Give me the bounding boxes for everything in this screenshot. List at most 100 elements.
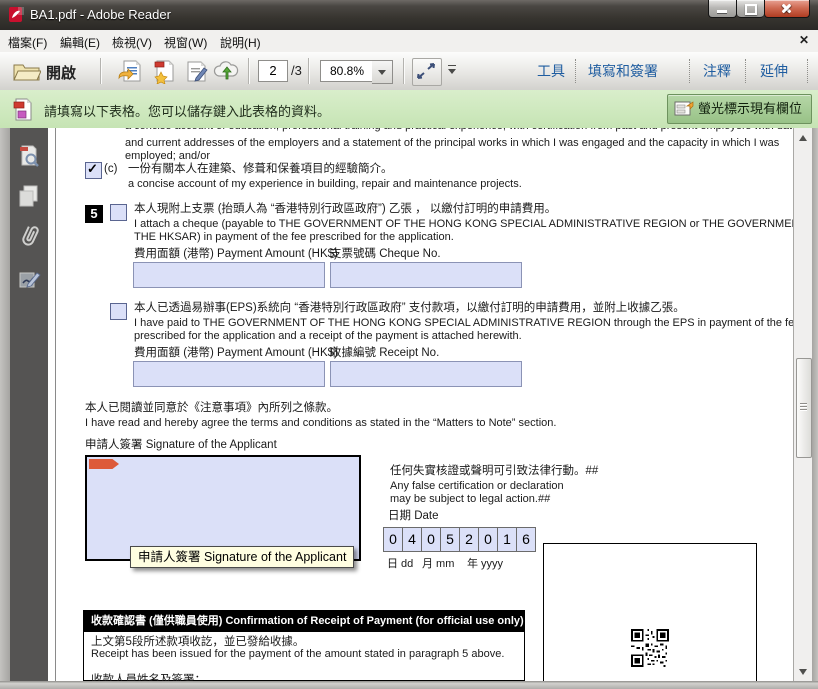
eps-en2: prescribed for the application and a rec… (134, 330, 522, 343)
item-c-label: (c) (104, 163, 117, 176)
comment-panel-button[interactable]: 注釋 (703, 61, 731, 81)
page-number-input[interactable]: 2 (258, 60, 288, 82)
date-digit[interactable]: 0 (422, 528, 441, 551)
open-folder-icon[interactable] (13, 60, 40, 86)
vertical-scrollbar[interactable] (793, 128, 813, 681)
doc-send-arrow-icon[interactable] (116, 58, 143, 84)
fit-page-button[interactable] (412, 58, 442, 86)
highlight-fields-icon (674, 100, 694, 128)
maximize-icon (745, 4, 757, 15)
arrow-down-icon (799, 669, 807, 675)
menu-file[interactable]: 檔案(F) (8, 34, 47, 51)
date-yyyy-label: 年 yyyy (467, 555, 503, 571)
menubar-close-icon[interactable]: ✕ (799, 33, 809, 47)
cheque-en1: I attach a cheque (payable to THE GOVERN… (134, 218, 793, 231)
eps-en1: I have paid to THE GOVERNMENT OF THE HON… (134, 317, 793, 330)
fill-sign-panel-button[interactable]: 填寫和簽署 (588, 61, 658, 81)
cheque-no-label: 支票號碼 Cheque No. (330, 248, 441, 261)
date-digit[interactable]: 0 (479, 528, 498, 551)
menu-view[interactable]: 檢視(V) (112, 34, 152, 51)
attachments-paperclip-icon[interactable] (17, 222, 41, 246)
minimize-icon (717, 10, 727, 13)
warning-zh: 任何失實核證或聲明可引致法律行動。## (390, 465, 598, 478)
eps-receipt-label: 收據編號 Receipt No. (330, 347, 439, 360)
close-button[interactable] (764, 0, 810, 18)
extended-panel-button[interactable]: 延伸 (760, 61, 788, 81)
form-message-text: 請填寫以下表格。您可以儲存鍵入此表格的資料。 (44, 101, 330, 120)
window-bottom-frame (0, 681, 818, 689)
agreement-zh: 本人已閱讀並同意於《注意事項》內所列之條款。 (85, 402, 338, 415)
item-c-zh: 一份有關本人在建築、修葺和保養項目的經驗簡介。 (128, 163, 393, 176)
warning-en1: Any false certification or declaration (390, 480, 564, 493)
toolbar: 開啟 2 /3 80.8% 工具 填寫和簽署 注釋 延伸 (0, 52, 818, 91)
date-field: 0 4 0 5 2 0 1 6 (383, 527, 536, 552)
cheque-en2: THE HKSAR) in payment of the fee prescri… (134, 231, 454, 244)
paragraph-5-number: 5 (85, 205, 103, 223)
zoom-level-input[interactable]: 80.8% (320, 60, 374, 82)
official-en: Receipt has been issued for the payment … (91, 648, 504, 661)
window-title: BA1.pdf - Adobe Reader (30, 7, 171, 22)
tools-panel-button[interactable]: 工具 (537, 61, 565, 81)
page-thumbnails-icon[interactable] (17, 144, 41, 168)
item-c-en: a concise account of my experience in bu… (128, 178, 522, 191)
doc-pen-icon[interactable] (183, 58, 210, 84)
window-right-frame (812, 128, 818, 681)
maximize-button[interactable] (737, 0, 764, 18)
doc-star-icon[interactable] (151, 58, 178, 84)
chevron-down-icon (448, 69, 456, 74)
zoom-dropdown-button[interactable] (372, 60, 393, 84)
cloud-upload-icon[interactable] (213, 58, 240, 84)
pages-copy-icon[interactable] (17, 184, 41, 208)
checkmark-icon: ✓ (87, 161, 98, 177)
chevron-down-icon (378, 70, 386, 75)
form-message-bar: 請填寫以下表格。您可以儲存鍵入此表格的資料。 螢光標示現有欄位 (0, 90, 818, 129)
cheque-zh: 本人現附上支票 (抬頭人為 “香港特別行政區政府”) 乙張 ， 以繳付訂明的申請… (134, 203, 556, 216)
menu-help[interactable]: 說明(H) (220, 34, 261, 51)
warning-en2: may be subject to legal action.## (390, 493, 550, 506)
open-button[interactable]: 開啟 (46, 62, 76, 83)
scroll-down-button[interactable] (796, 663, 811, 679)
minimize-button[interactable] (708, 0, 737, 18)
pdf-app-icon (8, 6, 25, 23)
cheque-amount-field[interactable] (133, 262, 325, 288)
date-digit[interactable]: 4 (403, 528, 422, 551)
date-digit[interactable]: 1 (498, 528, 517, 551)
menu-window[interactable]: 視窗(W) (164, 34, 207, 51)
date-digit[interactable]: 5 (441, 528, 460, 551)
checkbox-cheque[interactable] (110, 204, 127, 221)
eps-amount-field[interactable] (133, 361, 325, 387)
cheque-amount-label: 費用面額 (港幣) Payment Amount (HK$) (134, 248, 338, 261)
date-digit[interactable]: 6 (517, 528, 535, 551)
date-digit[interactable]: 0 (384, 528, 403, 551)
cheque-no-field[interactable] (330, 262, 522, 288)
menu-edit[interactable]: 編輯(E) (60, 34, 100, 51)
menu-bar: 檔案(F) 編輯(E) 檢視(V) 視窗(W) 說明(H) ✕ (0, 30, 818, 53)
resize-arrows-icon (413, 59, 439, 83)
eps-receipt-field[interactable] (330, 361, 522, 387)
title-bar: BA1.pdf - Adobe Reader (0, 0, 818, 31)
date-label: 日期 Date (388, 510, 439, 523)
intro-clipped-line: a concise account of education, professi… (125, 128, 793, 133)
official-stamp-box (543, 543, 757, 681)
pdf-page[interactable]: a concise account of education, professi… (48, 128, 793, 681)
toolbar-overflow-button[interactable] (448, 65, 457, 74)
sign-here-flag-icon (89, 459, 119, 469)
scrollbar-thumb[interactable] (796, 358, 812, 458)
eps-zh: 本人已透過易辦事(EPS)系統向 “香港特別行政區政府” 支付款項，以繳付訂明的… (134, 302, 685, 315)
signature-tooltip: 申請人簽署 Signature of the Applicant (130, 546, 354, 568)
signatures-pen-icon[interactable] (17, 268, 41, 292)
date-mm-label: 月 mm (422, 555, 454, 571)
checkbox-eps[interactable] (110, 303, 127, 320)
window-left-frame (0, 128, 10, 681)
official-clipped-line: 收款人員姓名及簽署： (91, 674, 206, 681)
intro-line3: employed; and/or (125, 150, 210, 163)
intro-line2: and current addresses of the employers a… (125, 137, 779, 150)
scroll-up-button[interactable] (796, 130, 811, 146)
date-digit[interactable]: 2 (460, 528, 479, 551)
checkbox-item-c[interactable]: ✓ (85, 162, 102, 179)
highlight-fields-button[interactable]: 螢光標示現有欄位 (667, 94, 812, 124)
agreement-en: I have read and hereby agree the terms a… (85, 417, 556, 430)
arrow-up-icon (799, 135, 807, 141)
form-fields-icon (13, 98, 33, 126)
highlight-fields-label: 螢光標示現有欄位 (698, 101, 802, 116)
